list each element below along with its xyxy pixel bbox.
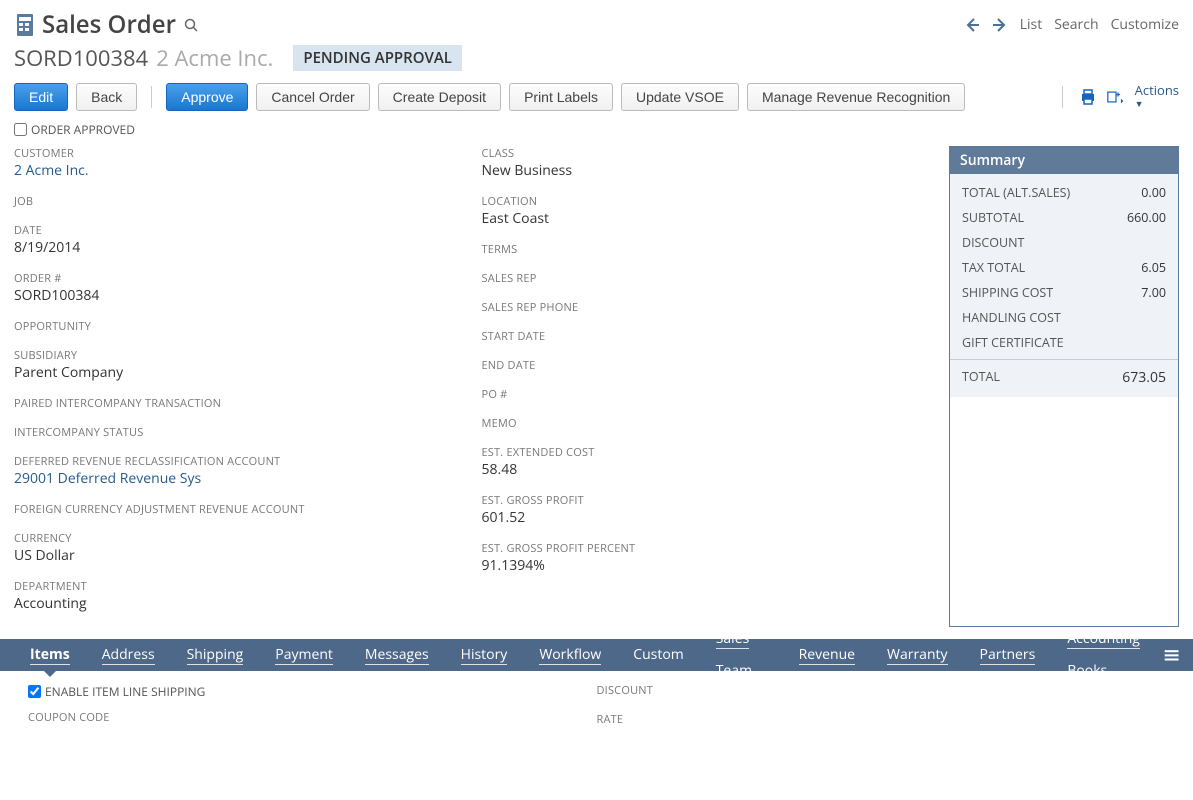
summary-value: 7.00 bbox=[1141, 284, 1166, 301]
job-label: JOB bbox=[14, 194, 462, 209]
po-label: PO # bbox=[482, 387, 930, 402]
currency-label: CURRENCY bbox=[14, 531, 462, 546]
tab-items[interactable]: Items bbox=[14, 639, 86, 671]
separator bbox=[1062, 86, 1063, 108]
ordernum-value: SORD100384 bbox=[14, 286, 462, 305]
salesrep-label: SALES REP bbox=[482, 271, 930, 286]
memo-label: MEMO bbox=[482, 416, 930, 431]
tab-payment[interactable]: Payment bbox=[259, 639, 349, 671]
order-approved-label: ORDER APPROVED bbox=[31, 121, 135, 138]
tab-warranty[interactable]: Warranty bbox=[871, 639, 964, 671]
order-approved-checkbox[interactable] bbox=[14, 123, 27, 136]
status-badge: PENDING APPROVAL bbox=[293, 45, 462, 71]
location-label: LOCATION bbox=[482, 194, 930, 209]
subsidiary-value: Parent Company bbox=[14, 363, 462, 382]
tab-messages[interactable]: Messages bbox=[349, 639, 445, 671]
location-value: East Coast bbox=[482, 209, 930, 228]
salesrepphone-label: SALES REP PHONE bbox=[482, 300, 930, 315]
paired-label: PAIRED INTERCOMPANY TRANSACTION bbox=[14, 396, 462, 411]
back-button[interactable]: Back bbox=[76, 83, 137, 111]
summary-label: SUBTOTAL bbox=[962, 209, 1127, 226]
estgrosspct-value: 91.1394% bbox=[482, 556, 930, 575]
tab-accountingbooks[interactable]: Accounting Books bbox=[1051, 623, 1163, 687]
summary-header: Summary bbox=[950, 147, 1178, 174]
date-label: DATE bbox=[14, 223, 462, 238]
summary-label: TAX TOTAL bbox=[962, 259, 1141, 276]
toplink-customize[interactable]: Customize bbox=[1111, 15, 1179, 34]
summary-label: HANDLING COST bbox=[962, 309, 1166, 326]
date-value: 8/19/2014 bbox=[14, 238, 462, 257]
tab-partners[interactable]: Partners bbox=[964, 639, 1052, 671]
summary-total-value: 673.05 bbox=[1122, 368, 1166, 387]
customer-value[interactable]: 2 Acme Inc. bbox=[14, 161, 462, 180]
estgross-label: EST. GROSS PROFIT bbox=[482, 493, 930, 508]
department-label: DEPARTMENT bbox=[14, 579, 462, 594]
toplink-search[interactable]: Search bbox=[1054, 15, 1098, 34]
tab-shipping[interactable]: Shipping bbox=[171, 639, 260, 671]
page-title: Sales Order bbox=[42, 8, 176, 41]
update-vsoe-button[interactable]: Update VSOE bbox=[621, 83, 739, 111]
forward-arrow-icon[interactable] bbox=[992, 17, 1008, 33]
class-value: New Business bbox=[482, 161, 930, 180]
order-number: SORD100384 bbox=[14, 43, 148, 73]
enable-line-shipping-label: ENABLE ITEM LINE SHIPPING bbox=[45, 683, 205, 700]
summary-label: SHIPPING COST bbox=[962, 284, 1141, 301]
back-arrow-icon[interactable] bbox=[964, 17, 980, 33]
tab-history[interactable]: History bbox=[445, 639, 524, 671]
opportunity-label: OPPORTUNITY bbox=[14, 319, 462, 334]
print-icon[interactable] bbox=[1079, 88, 1097, 106]
tab-address[interactable]: Address bbox=[86, 639, 171, 671]
separator bbox=[151, 86, 152, 108]
ordernum-label: ORDER # bbox=[14, 271, 462, 286]
defrev-value[interactable]: 29001 Deferred Revenue Sys bbox=[14, 469, 462, 488]
terms-label: TERMS bbox=[482, 242, 930, 257]
actions-menu[interactable]: Actions ▼ bbox=[1135, 84, 1179, 110]
enable-line-shipping-checkbox[interactable] bbox=[28, 685, 41, 698]
summary-value: 6.05 bbox=[1141, 259, 1166, 276]
edit-button[interactable]: Edit bbox=[14, 83, 68, 111]
summary-label: TOTAL (ALT.SALES) bbox=[962, 184, 1141, 201]
summary-label: GIFT CERTIFICATE bbox=[962, 334, 1166, 351]
search-icon[interactable] bbox=[184, 18, 198, 32]
estgrosspct-label: EST. GROSS PROFIT PERCENT bbox=[482, 541, 930, 556]
department-value: Accounting bbox=[14, 594, 462, 613]
tab-custom[interactable]: Custom bbox=[617, 639, 699, 671]
rate-label: RATE bbox=[597, 712, 1166, 727]
startdate-label: START DATE bbox=[482, 329, 930, 344]
tab-revenue[interactable]: Revenue bbox=[783, 639, 871, 671]
sales-order-icon bbox=[14, 12, 36, 38]
customer-label: CUSTOMER bbox=[14, 146, 462, 161]
tab-menu-icon[interactable] bbox=[1164, 646, 1179, 664]
summary-value: 660.00 bbox=[1127, 209, 1166, 226]
summary-total-label: TOTAL bbox=[962, 368, 1122, 387]
tab-bar: Items Address Shipping Payment Messages … bbox=[0, 639, 1193, 671]
tab-workflow[interactable]: Workflow bbox=[523, 639, 617, 671]
summary-label: DISCOUNT bbox=[962, 234, 1166, 251]
icstatus-label: INTERCOMPANY STATUS bbox=[14, 425, 462, 440]
fxrev-label: FOREIGN CURRENCY ADJUSTMENT REVENUE ACCO… bbox=[14, 502, 462, 517]
create-deposit-button[interactable]: Create Deposit bbox=[378, 83, 501, 111]
toplink-list[interactable]: List bbox=[1020, 15, 1043, 34]
summary-box: Summary TOTAL (ALT.SALES)0.00 SUBTOTAL66… bbox=[949, 146, 1179, 627]
summary-value: 0.00 bbox=[1141, 184, 1166, 201]
class-label: CLASS bbox=[482, 146, 930, 161]
estgross-value: 601.52 bbox=[482, 508, 930, 527]
estcost-label: EST. EXTENDED COST bbox=[482, 445, 930, 460]
top-links: List Search Customize bbox=[964, 15, 1179, 34]
new-icon[interactable] bbox=[1107, 88, 1125, 106]
approve-button[interactable]: Approve bbox=[166, 83, 248, 111]
tab-salesteam[interactable]: Sales Team bbox=[700, 623, 783, 687]
coupon-label: COUPON CODE bbox=[28, 710, 597, 725]
defrev-label: DEFERRED REVENUE RECLASSIFICATION ACCOUN… bbox=[14, 454, 462, 469]
cancel-order-button[interactable]: Cancel Order bbox=[256, 83, 369, 111]
customer-name-display: 2 Acme Inc. bbox=[156, 43, 273, 73]
print-labels-button[interactable]: Print Labels bbox=[509, 83, 613, 111]
subsidiary-label: SUBSIDIARY bbox=[14, 348, 462, 363]
manage-rev-button[interactable]: Manage Revenue Recognition bbox=[747, 83, 965, 111]
enddate-label: END DATE bbox=[482, 358, 930, 373]
estcost-value: 58.48 bbox=[482, 460, 930, 479]
currency-value: US Dollar bbox=[14, 546, 462, 565]
